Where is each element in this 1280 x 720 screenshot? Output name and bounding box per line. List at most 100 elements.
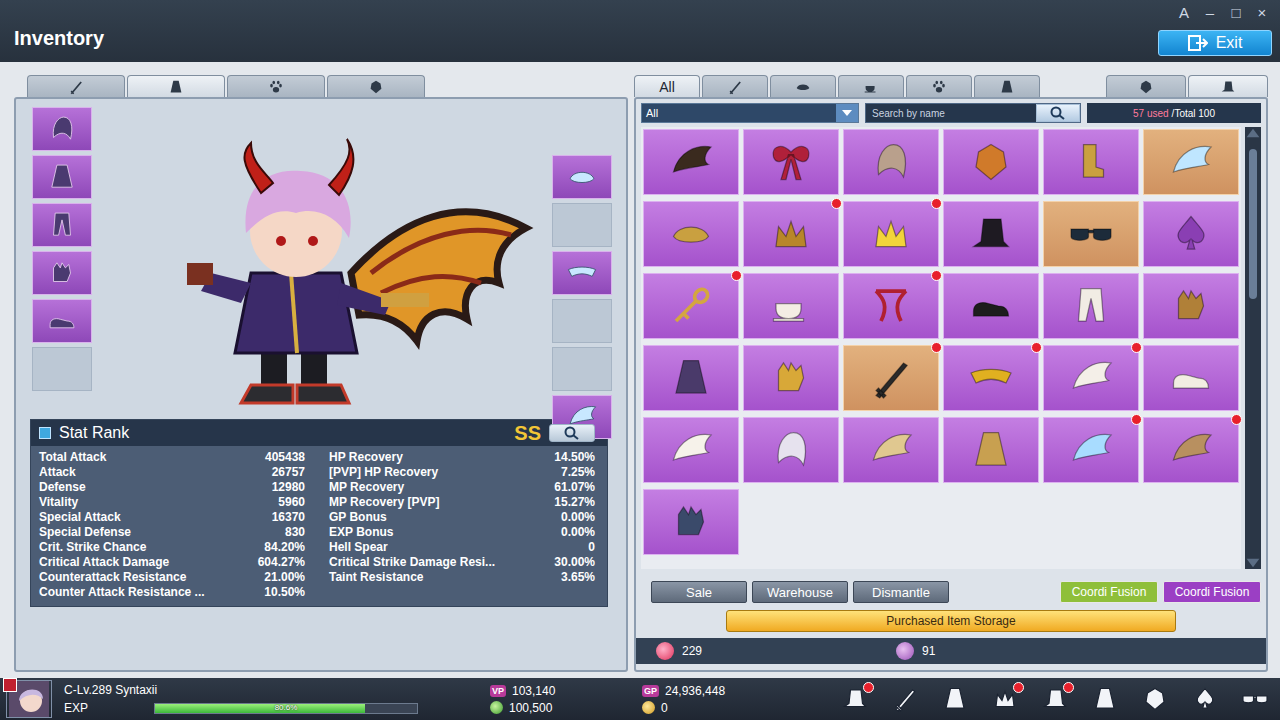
bag-tab[interactable]: All (634, 75, 700, 97)
action-button[interactable]: Warehouse (752, 581, 848, 603)
equip-slot[interactable] (552, 299, 612, 343)
coordi-fusion-button[interactable]: Coordi Fusion (1060, 581, 1158, 603)
stat-row: MP Recovery [PVP]15.27% (329, 495, 595, 510)
dropdown-button[interactable] (836, 104, 858, 122)
exp-row: EXP80.6% (64, 701, 454, 715)
item-cell[interactable] (843, 345, 939, 411)
item-cell[interactable] (943, 129, 1039, 195)
bag-tab[interactable] (974, 75, 1040, 97)
equip-slot[interactable] (32, 347, 92, 391)
item-cell[interactable] (1043, 345, 1139, 411)
menu-button[interactable] (1186, 682, 1224, 716)
equipment-tab-icon (67, 78, 85, 96)
item-cell[interactable] (743, 273, 839, 339)
item-cell[interactable] (1143, 273, 1239, 339)
equip-slot[interactable] (552, 203, 612, 247)
menu-button[interactable] (936, 682, 974, 716)
equip-slot[interactable] (32, 107, 92, 151)
item-cell[interactable] (843, 417, 939, 483)
bag-side-tab[interactable] (1106, 75, 1186, 97)
item-cell[interactable] (643, 345, 739, 411)
equipment-tab[interactable] (327, 75, 425, 97)
search-button[interactable] (1036, 104, 1080, 122)
window-control-button[interactable]: A (1174, 4, 1194, 22)
item-cell[interactable] (843, 201, 939, 267)
avatar-badge-icon (3, 678, 17, 692)
menu-button[interactable] (1036, 682, 1074, 716)
action-button[interactable]: Sale (651, 581, 747, 603)
menu-button[interactable] (1236, 682, 1274, 716)
item-cell[interactable] (1143, 417, 1239, 483)
item-cell[interactable] (643, 129, 739, 195)
bag-tab-icon (930, 78, 948, 96)
item-cell[interactable] (843, 129, 939, 195)
filter-row: All57 used/Total 100 (641, 103, 1261, 123)
equip-slot[interactable] (552, 347, 612, 391)
new-dot (1063, 682, 1074, 693)
search-field[interactable] (865, 103, 1081, 123)
item-cell[interactable] (1143, 201, 1239, 267)
item-cell[interactable] (943, 417, 1039, 483)
menu-button[interactable] (836, 682, 874, 716)
item-cell[interactable] (743, 345, 839, 411)
menu-button[interactable] (1086, 682, 1124, 716)
item-cell[interactable] (943, 273, 1039, 339)
window-control-button[interactable]: × (1252, 4, 1272, 22)
equipment-tab[interactable] (227, 75, 325, 97)
equip-slot[interactable] (32, 251, 92, 295)
window-control-button[interactable]: □ (1226, 4, 1246, 22)
item-cell[interactable] (1043, 417, 1139, 483)
equip-slot[interactable] (32, 155, 92, 199)
exit-button[interactable]: Exit (1158, 30, 1272, 56)
window-control-button[interactable]: – (1200, 4, 1220, 22)
stat-column: HP Recovery14.50%[PVP] HP Recovery7.25%M… (329, 450, 595, 600)
scroll-track[interactable] (1245, 139, 1261, 557)
equip-slot[interactable] (32, 203, 92, 247)
equip-slot[interactable] (32, 299, 92, 343)
item-cell[interactable] (1143, 345, 1239, 411)
item-cell[interactable] (1043, 201, 1139, 267)
stat-label: Special Attack (39, 510, 121, 525)
item-cell[interactable] (643, 273, 739, 339)
item-cell[interactable] (1143, 129, 1239, 195)
item-cell[interactable] (643, 489, 739, 555)
menu-button[interactable] (986, 682, 1024, 716)
purchased-storage-button[interactable]: Purchased Item Storage (726, 610, 1176, 632)
scrollbar[interactable] (1245, 127, 1261, 569)
category-dropdown[interactable]: All (641, 103, 859, 123)
search-input[interactable] (866, 104, 1036, 122)
equip-slot[interactable] (552, 155, 612, 199)
action-button[interactable]: Dismantle (853, 581, 949, 603)
item-cell[interactable] (943, 345, 1039, 411)
item-cell[interactable] (743, 417, 839, 483)
item-cell[interactable] (743, 129, 839, 195)
coordi-fusion-button[interactable]: Coordi Fusion (1163, 581, 1261, 603)
equipment-tab[interactable] (27, 75, 125, 97)
equipment-tab[interactable] (127, 75, 225, 97)
item-cell[interactable] (643, 417, 739, 483)
item-cell[interactable] (843, 273, 939, 339)
player-avatar[interactable] (6, 680, 52, 718)
bag-tab[interactable] (702, 75, 768, 97)
dropdown-value: All (642, 104, 836, 122)
scroll-thumb[interactable] (1249, 149, 1257, 299)
item-cell[interactable] (1043, 273, 1139, 339)
item-cell[interactable] (1043, 129, 1139, 195)
item-icon (866, 209, 916, 259)
stat-detail-button[interactable] (549, 424, 595, 442)
bag-tab[interactable] (838, 75, 904, 97)
scroll-down-icon[interactable] (1245, 557, 1261, 569)
stat-row: Defense12980 (39, 480, 305, 495)
menu-button[interactable] (886, 682, 924, 716)
bag-tab[interactable] (770, 75, 836, 97)
item-icon (1166, 425, 1216, 475)
scroll-up-icon[interactable] (1245, 127, 1261, 139)
item-cell[interactable] (743, 201, 839, 267)
stat-value: 0.00% (561, 525, 595, 540)
equip-slot[interactable] (552, 251, 612, 295)
bag-tab[interactable] (906, 75, 972, 97)
menu-button[interactable] (1136, 682, 1174, 716)
item-cell[interactable] (943, 201, 1039, 267)
bag-side-tab[interactable] (1188, 75, 1268, 97)
item-cell[interactable] (643, 201, 739, 267)
